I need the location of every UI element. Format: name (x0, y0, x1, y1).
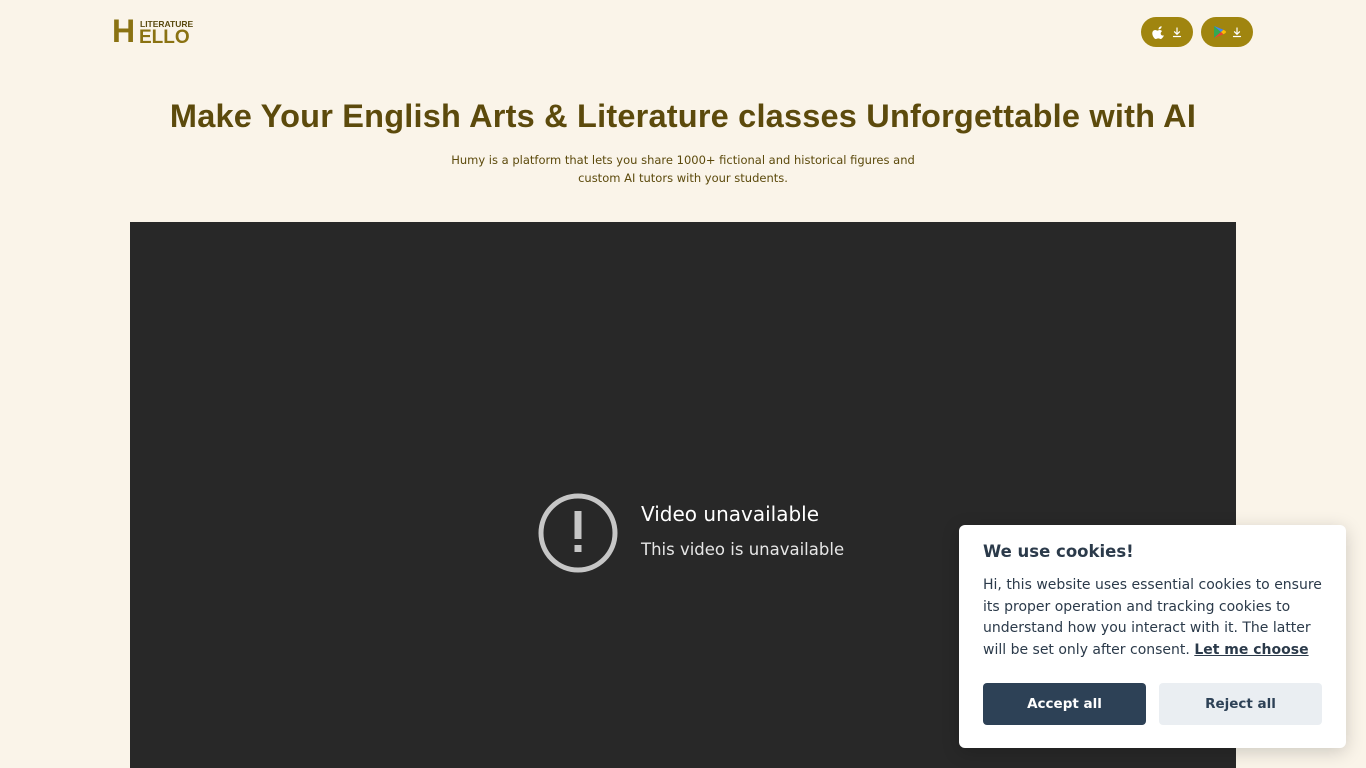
cookie-text: Hi, this website uses essential cookies … (983, 575, 1328, 661)
video-error-title: Video unavailable (641, 502, 820, 526)
logo-big-text: ELLO (139, 27, 190, 48)
google-play-download-button[interactable] (1201, 17, 1253, 47)
alert-circle-icon (538, 493, 618, 573)
apple-icon (1152, 25, 1166, 40)
logo-initial: H (112, 13, 135, 49)
download-icon (1172, 26, 1182, 38)
reject-all-button[interactable]: Reject all (1159, 683, 1322, 725)
accept-all-button[interactable]: Accept all (983, 683, 1146, 725)
app-store-download-button[interactable] (1141, 17, 1193, 47)
download-icon (1232, 26, 1242, 38)
cookie-consent-banner: We use cookies! Hi, this website uses es… (959, 525, 1346, 748)
google-play-icon (1213, 25, 1226, 39)
let-me-choose-link[interactable]: Let me choose (1194, 642, 1308, 658)
site-header: H LITERATURE ELLO (0, 0, 1366, 70)
hero-title: Make Your English Arts & Literature clas… (169, 98, 1197, 134)
cookie-title: We use cookies! (983, 542, 1134, 561)
hero-subtitle: Humy is a platform that lets you share 1… (451, 153, 915, 185)
video-error-message: This video is unavailable (641, 540, 845, 559)
hello-literature-logo[interactable]: H LITERATURE ELLO (112, 13, 196, 49)
